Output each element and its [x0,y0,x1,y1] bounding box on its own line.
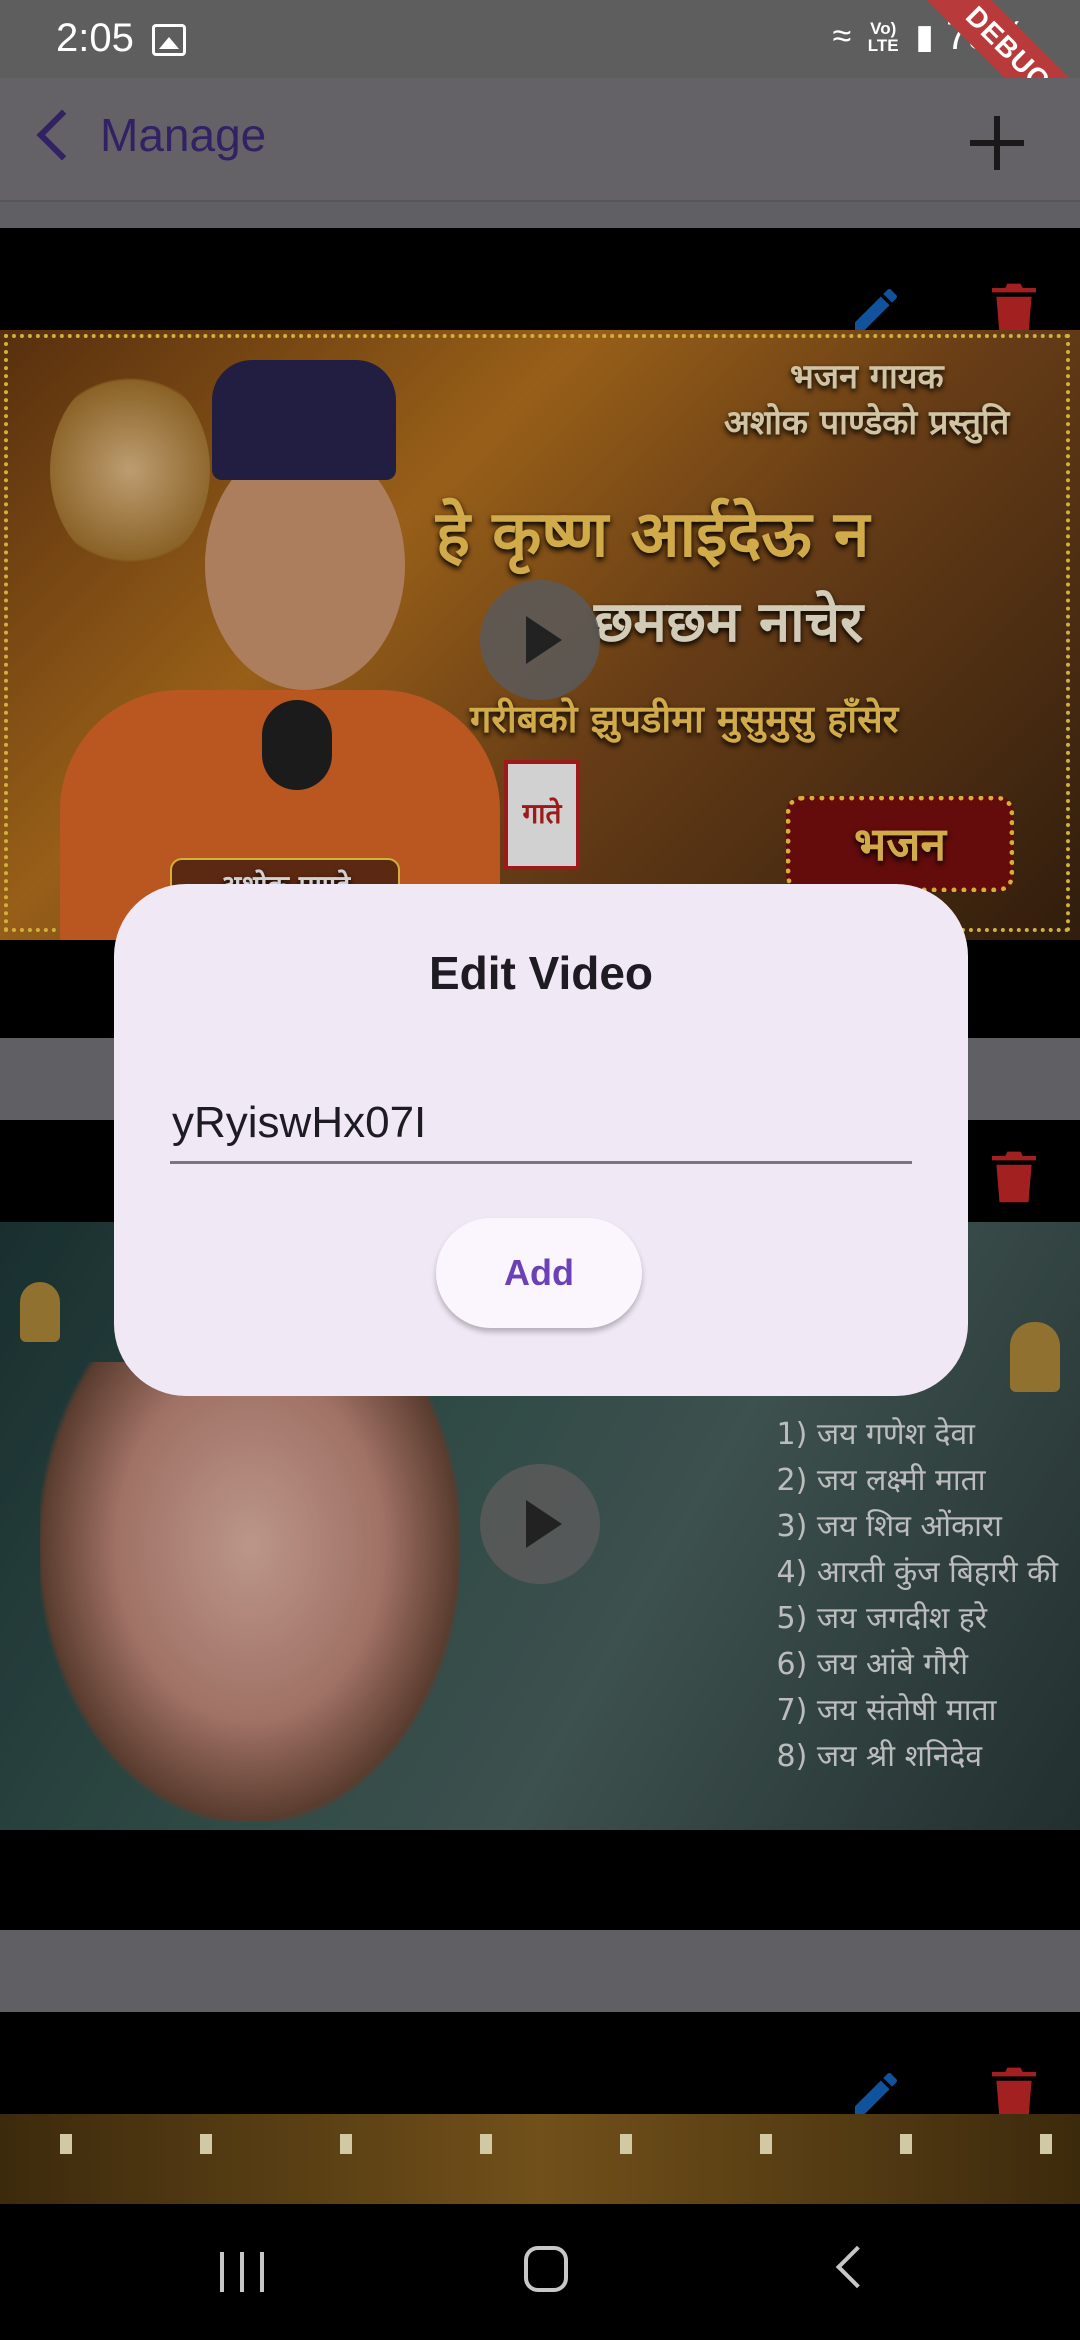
status-bar: 2:05 ≈ Vo) LTE ▮ 78% DEBUG [0,0,1080,158]
lte-icon: Vo) LTE [867,18,899,55]
system-nav-bar [0,2204,1080,2340]
gallery-icon [152,24,186,56]
wifi-icon: ≈ [832,17,852,55]
edit-video-dialog: Edit Video Add [114,884,968,1396]
video-id-input[interactable] [170,1084,912,1164]
add-button[interactable]: Add [436,1218,642,1328]
recents-icon[interactable] [220,2252,266,2292]
status-time: 2:05 [56,16,134,60]
back-nav-icon[interactable] [835,2245,879,2289]
signal-icon: ▮ [915,17,934,56]
home-icon[interactable] [524,2246,568,2292]
dialog-title: Edit Video [428,947,654,999]
